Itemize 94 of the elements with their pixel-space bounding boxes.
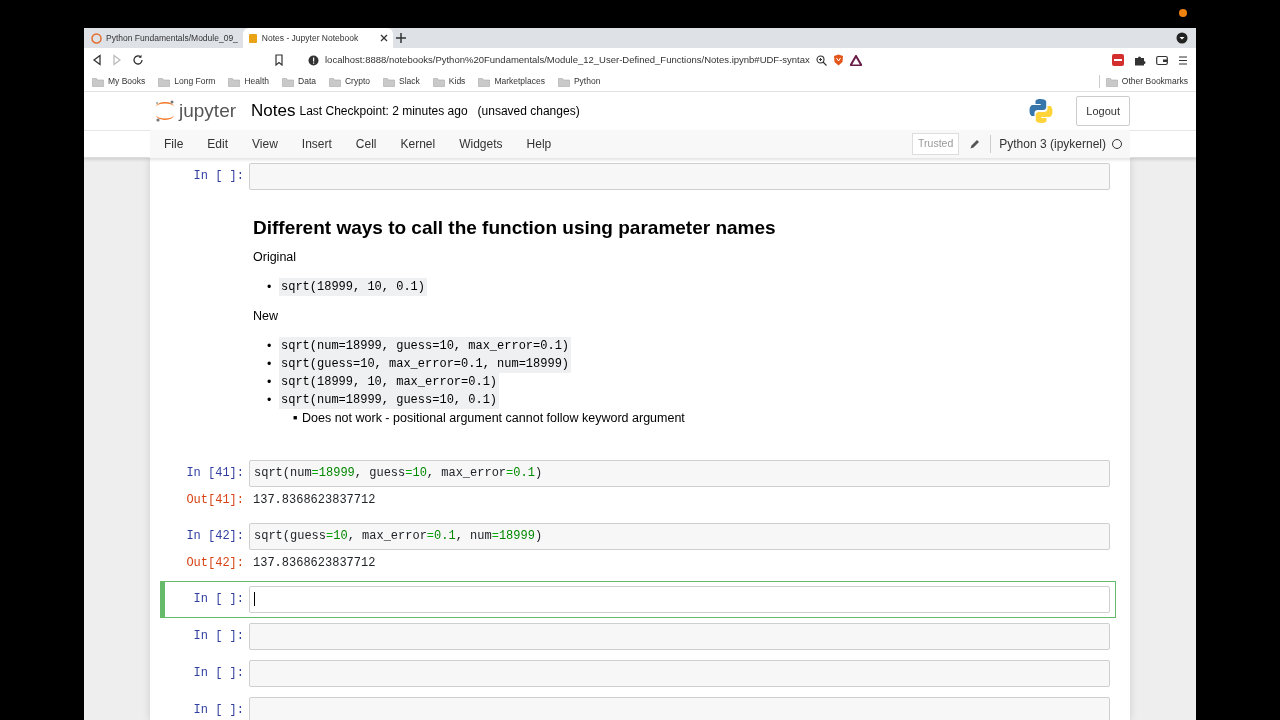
reload-icon[interactable]	[132, 54, 144, 66]
code-input[interactable]	[249, 586, 1110, 613]
inline-code: sqrt(num=18999, guess=10, 0.1)	[279, 391, 500, 409]
zoom-icon[interactable]	[815, 54, 827, 66]
folder-icon	[282, 76, 294, 87]
browser-tab[interactable]: Python Fundamentals/Module_09_	[86, 28, 243, 48]
menu-item[interactable]: View	[240, 135, 290, 153]
extension-badge-icon[interactable]	[1112, 54, 1124, 66]
jupyter-icon	[91, 32, 102, 44]
puzzle-icon[interactable]	[1134, 54, 1146, 66]
browser-tab[interactable]: Notes - Jupyter Notebook	[242, 28, 393, 48]
book-icon	[247, 32, 258, 44]
folder-icon	[329, 76, 341, 87]
triangle-icon[interactable]	[849, 54, 862, 66]
code-input[interactable]	[249, 697, 1110, 720]
list-bullet: •	[267, 279, 273, 296]
pencil-icon[interactable]	[969, 138, 981, 150]
notebook-cell[interactable]: In [ ]:	[164, 158, 1116, 195]
list-text: Does not work - positional argument cannot follow keyword argument	[302, 410, 685, 427]
bookmark-link[interactable]: My Books	[108, 75, 146, 88]
list-bullet: •	[267, 338, 273, 355]
folder-icon	[92, 76, 104, 87]
bookmark-icon[interactable]	[274, 54, 284, 66]
logout-button[interactable]: Logout	[1076, 95, 1130, 127]
output-prompt: Out[41]:	[185, 492, 245, 509]
dropdown-icon[interactable]	[1176, 32, 1188, 44]
menu-item[interactable]: Help	[514, 135, 564, 153]
code-input[interactable]	[249, 623, 1110, 650]
folder-icon	[383, 76, 396, 87]
folder-icon	[478, 76, 491, 87]
list-bullet: •	[267, 356, 273, 373]
jupyter-logo-icon	[154, 99, 176, 123]
wallet-icon[interactable]	[1156, 54, 1168, 66]
bookmark-link[interactable]: Crypto	[345, 75, 371, 88]
notebook-cell[interactable]: In [ ]:	[164, 655, 1116, 692]
python-logo-icon	[1028, 98, 1055, 124]
menu-item[interactable]: Widgets	[447, 135, 515, 153]
shield-icon[interactable]	[832, 54, 844, 66]
section-heading: Different ways to call the function using parameter names	[253, 216, 777, 240]
code-input[interactable]: sqrt(num=18999, guess=10, max_error=0.1)	[249, 460, 1110, 487]
menu-icon[interactable]	[1178, 54, 1188, 66]
bookmark-link[interactable]: Health	[244, 75, 269, 88]
input-prompt: In [ ]:	[192, 665, 245, 682]
input-prompt: In [ ]:	[192, 628, 245, 645]
logo-text: jupyter	[179, 98, 237, 123]
bookmark-link[interactable]: Other Bookmarks	[1121, 75, 1188, 88]
inline-code: sqrt(18999, 10, 0.1)	[279, 278, 428, 296]
menu-item[interactable]: Kernel	[388, 135, 448, 153]
folder-icon	[228, 76, 241, 87]
inline-code: sqrt(18999, 10, max_error=0.1)	[279, 373, 500, 391]
bookmark-link[interactable]: Slack	[399, 75, 420, 88]
list-bullet: •	[267, 374, 273, 391]
code-input[interactable]	[249, 163, 1110, 190]
close-icon[interactable]	[379, 34, 388, 42]
inline-code: sqrt(guess=10, max_error=0.1, num=18999)	[279, 355, 572, 373]
status-dot	[1179, 9, 1187, 17]
notebook-cell[interactable]: In [ ]:	[164, 618, 1116, 655]
checkpoint-text: Last Checkpoint: 2 minutes ago	[299, 103, 468, 120]
menu-item[interactable]: Insert	[289, 135, 344, 153]
unsaved-status: (unsaved changes)	[477, 103, 580, 120]
input-prompt: In [42]:	[185, 528, 245, 545]
folder-icon	[158, 76, 171, 87]
folder-icon	[557, 76, 570, 87]
output-text: 137.8368623837712	[252, 555, 377, 572]
bookmark-link[interactable]: Python	[573, 75, 601, 88]
notebook-cell[interactable]: In [41]: sqrt(num=18999, guess=10, max_error=0.1) Out[41]: 137.8368623837712	[164, 455, 1116, 514]
notebook-cell[interactable]: In [ ]:	[160, 581, 1116, 618]
menu-item[interactable]: Cell	[343, 135, 389, 153]
output-prompt: Out[42]:	[185, 555, 245, 572]
bookmark-link[interactable]: Marketplaces	[494, 75, 545, 88]
code-input[interactable]: sqrt(guess=10, max_error=0.1, num=18999)	[249, 523, 1110, 550]
kernel-name[interactable]: Python 3 (ipykernel)	[990, 135, 1106, 153]
folder-icon	[432, 76, 445, 87]
folder-icon	[1105, 76, 1118, 87]
bookmark-link[interactable]: Kids	[448, 75, 466, 88]
notebook-title[interactable]: Notes	[251, 98, 296, 124]
input-prompt: In [ ]:	[192, 702, 245, 719]
input-prompt: In [ ]:	[192, 168, 245, 185]
input-prompt: In [ ]:	[192, 591, 245, 608]
notebook-cell[interactable]: In [ ]:	[164, 692, 1116, 720]
bookmark-link[interactable]: Long Form	[174, 75, 216, 88]
list-bullet: •	[267, 392, 273, 409]
bookmark-link[interactable]: Data	[298, 75, 316, 88]
notebook-cell[interactable]: In [42]: sqrt(guess=10, max_error=0.1, num=18999) Out[42]: 137.8368623837712	[164, 518, 1116, 577]
back-icon[interactable]	[92, 54, 102, 66]
paragraph-text: Original	[253, 249, 298, 266]
info-icon	[308, 54, 319, 66]
output-text: 137.8368623837712	[252, 492, 377, 509]
input-prompt: In [41]:	[185, 465, 245, 482]
inline-code: sqrt(num=18999, guess=10, max_error=0.1)	[279, 337, 572, 355]
menu-item[interactable]: File	[152, 135, 196, 153]
menu-item[interactable]: Edit	[195, 135, 241, 153]
paragraph-text: New	[253, 308, 279, 325]
code-input[interactable]	[249, 660, 1110, 687]
